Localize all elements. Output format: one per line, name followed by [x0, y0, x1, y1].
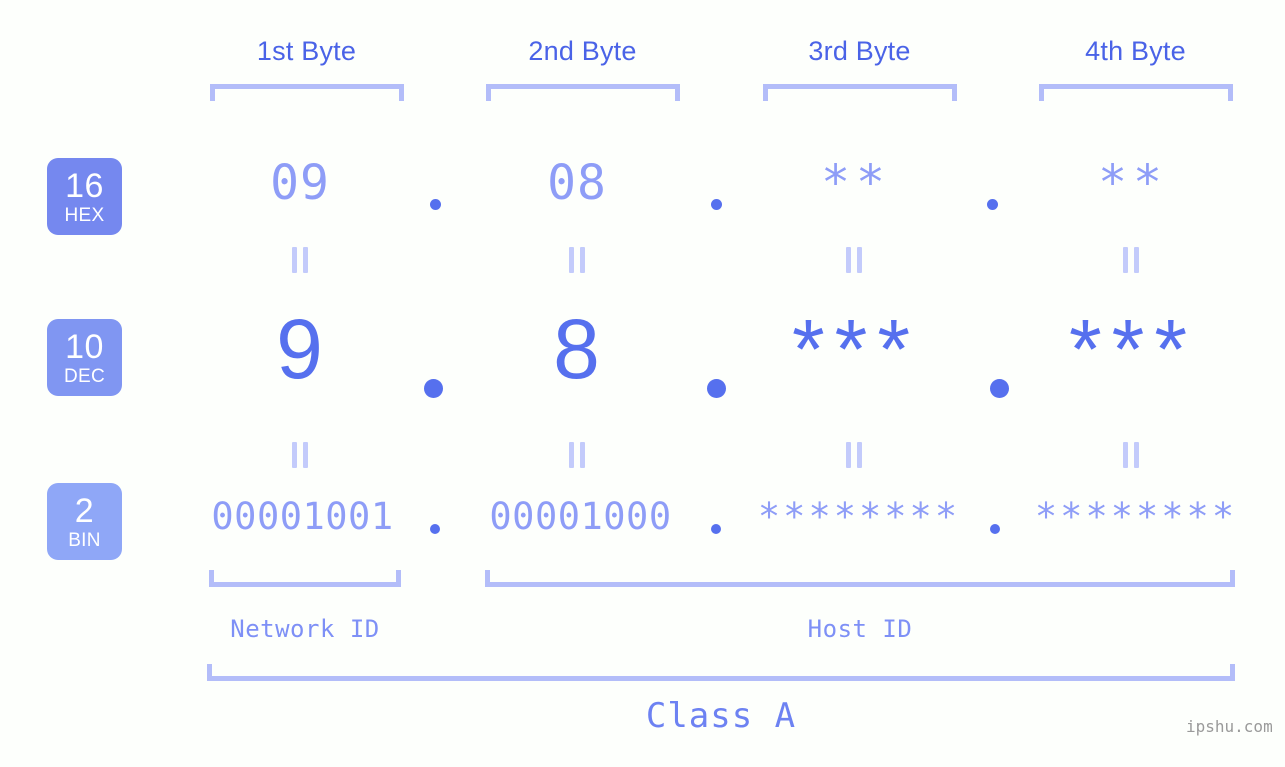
base-badge-bin-number: 2	[74, 491, 95, 530]
base-badge-dec: 10 DEC	[47, 319, 122, 396]
hex-byte-4: **	[1098, 155, 1168, 211]
byte-bracket-4	[1039, 84, 1233, 101]
base-badge-dec-name: DEC	[63, 365, 105, 387]
hex-separator-1	[430, 199, 441, 210]
dec-separator-2	[707, 379, 726, 398]
bin-separator-1	[430, 524, 440, 534]
byte-bracket-2	[486, 84, 680, 101]
equals-sign-dec-bin-2	[568, 442, 587, 468]
equals-sign-hex-dec-2	[568, 247, 587, 273]
hex-byte-1: 09	[270, 155, 330, 211]
bin-byte-2: 00001000	[489, 495, 672, 538]
dec-byte-3: ***	[791, 302, 921, 396]
hex-separator-3	[987, 199, 998, 210]
dec-byte-4: ***	[1068, 302, 1198, 396]
hex-byte-3: **	[821, 155, 891, 211]
hex-separator-2	[711, 199, 722, 210]
network-id-label: Network ID	[230, 615, 380, 643]
byte-header-1: 1st Byte	[256, 36, 357, 66]
base-badge-hex-number: 16	[65, 166, 104, 205]
dec-separator-1	[424, 379, 443, 398]
bin-byte-1: 00001001	[211, 495, 394, 538]
bin-byte-3: ********	[757, 495, 961, 538]
class-label: Class A	[645, 696, 797, 736]
equals-sign-hex-dec-1	[291, 247, 310, 273]
network-id-bracket	[209, 570, 401, 587]
class-bracket	[207, 664, 1235, 681]
bin-separator-2	[711, 524, 721, 534]
base-badge-hex: 16 HEX	[47, 158, 122, 235]
dec-byte-2: 8	[553, 302, 601, 396]
byte-bracket-3	[763, 84, 957, 101]
equals-sign-hex-dec-4	[1122, 247, 1141, 273]
hex-byte-2: 08	[547, 155, 607, 211]
byte-header-4: 4th Byte	[1085, 36, 1186, 66]
equals-sign-dec-bin-1	[291, 442, 310, 468]
watermark: ipshu.com	[1186, 717, 1273, 736]
dec-byte-1: 9	[276, 302, 324, 396]
base-badge-bin-name: BIN	[68, 529, 101, 551]
ip-address-breakdown-diagram: 1st Byte 2nd Byte 3rd Byte 4th Byte 16 H…	[0, 0, 1285, 767]
bin-separator-3	[990, 524, 1000, 534]
byte-bracket-1	[210, 84, 404, 101]
host-id-bracket	[485, 570, 1235, 587]
base-badge-hex-name: HEX	[64, 204, 105, 226]
byte-header-2: 2nd Byte	[528, 36, 637, 66]
byte-header-3: 3rd Byte	[808, 36, 911, 66]
host-id-label: Host ID	[807, 615, 913, 643]
base-badge-bin: 2 BIN	[47, 483, 122, 560]
bin-byte-4: ********	[1034, 495, 1238, 538]
dec-separator-3	[990, 379, 1009, 398]
base-badge-dec-number: 10	[65, 327, 104, 366]
equals-sign-dec-bin-3	[845, 442, 864, 468]
equals-sign-hex-dec-3	[845, 247, 864, 273]
equals-sign-dec-bin-4	[1122, 442, 1141, 468]
